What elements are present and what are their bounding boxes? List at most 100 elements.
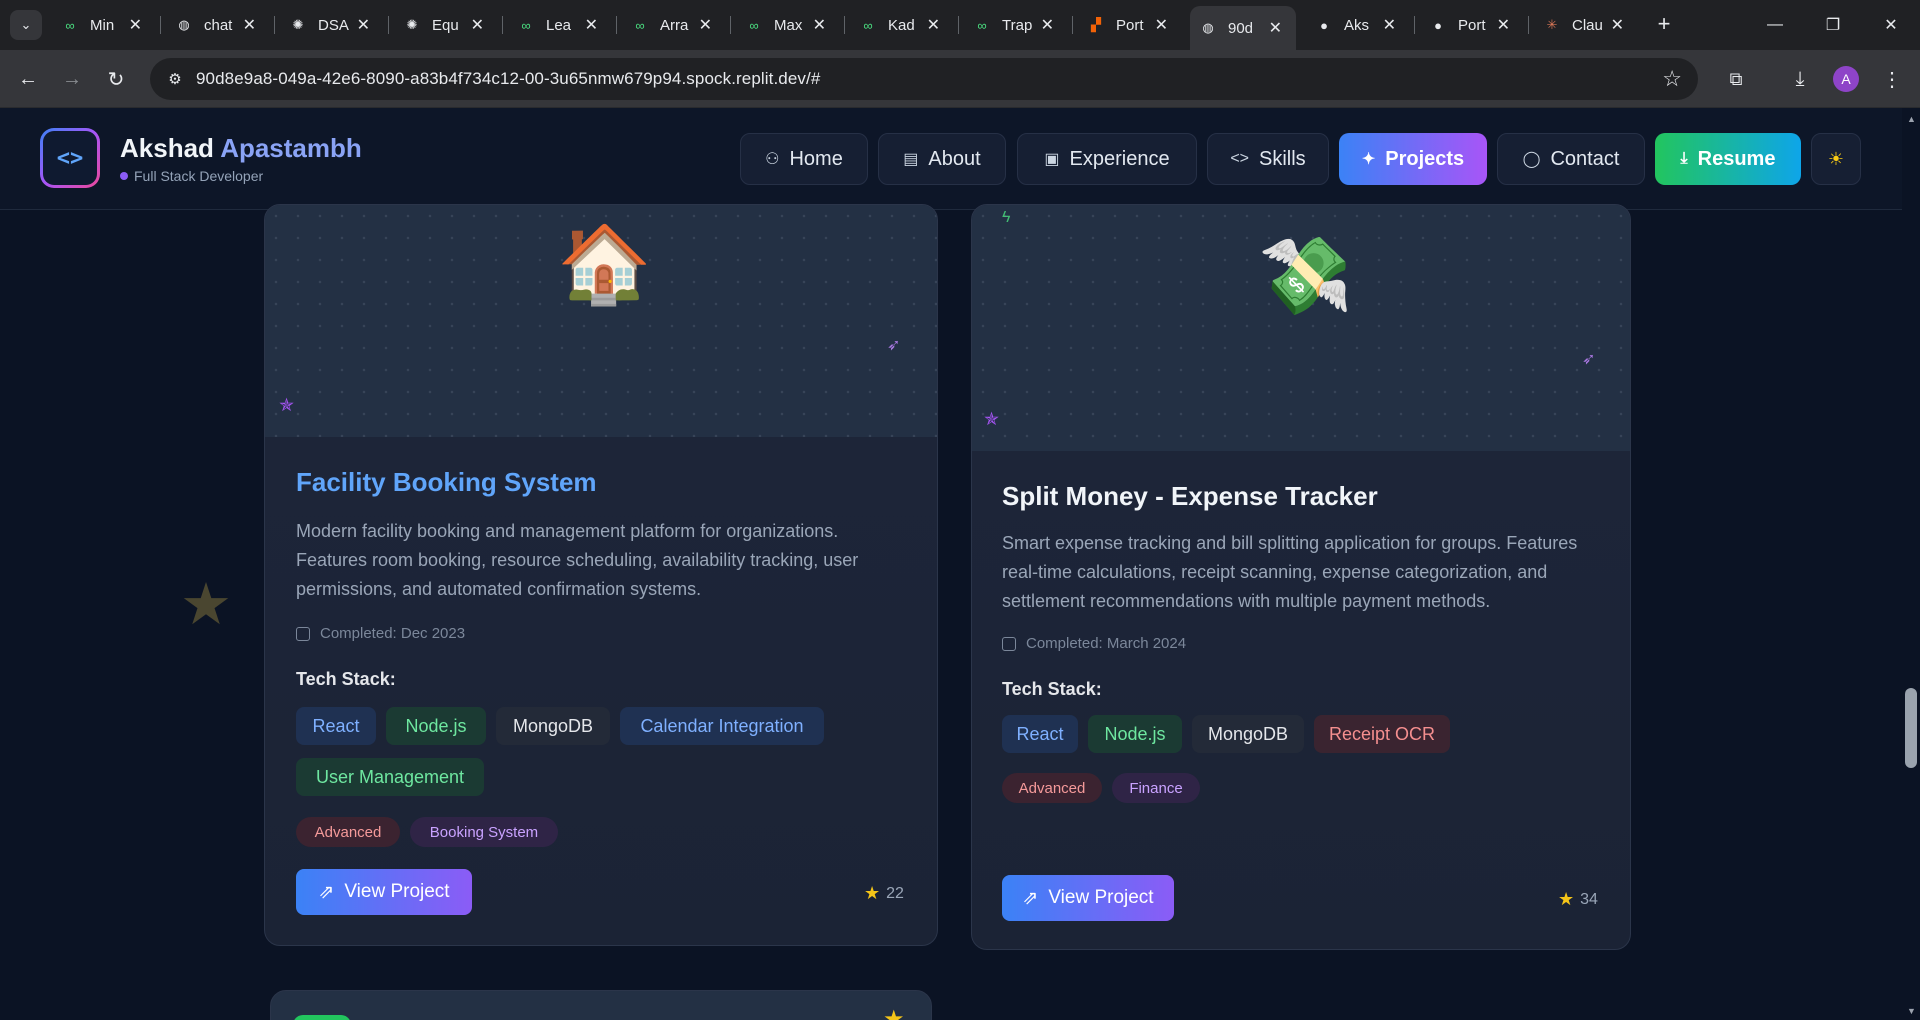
project-description: Smart expense tracking and bill splittin… (1002, 533, 1578, 611)
nav-contact-button[interactable]: ◯ Contact (1497, 133, 1645, 185)
tech-stack-label: Tech Stack: (1002, 679, 1102, 699)
browser-tab[interactable]: ◍ chat ✕ (166, 8, 270, 42)
badge (293, 1015, 351, 1020)
browser-tab[interactable]: ▞ Port ✕ (1078, 8, 1182, 42)
status-dot (120, 172, 128, 180)
close-icon[interactable]: ✕ (1611, 15, 1624, 35)
theme-toggle-button[interactable]: ☀ (1811, 133, 1861, 185)
sparkle-icon: ✯ (279, 395, 295, 415)
site-logo[interactable]: <> (40, 128, 100, 188)
close-icon[interactable]: ✕ (813, 15, 826, 35)
browser-tab[interactable]: ∞ Trap ✕ (964, 8, 1068, 42)
address-bar[interactable]: ⚙ 90d8e9a8-049a-42e6-8090-a83b4f734c12-0… (150, 58, 1698, 100)
scrollbar-thumb[interactable] (1905, 688, 1917, 768)
chat-bubble-icon: ◯ (1522, 151, 1541, 168)
browser-tab[interactable]: ∞ Lea ✕ (508, 8, 612, 42)
profile-avatar[interactable]: A (1833, 66, 1859, 92)
project-description: Modern facility booking and management p… (296, 521, 859, 599)
rocket-icon: ➶ (1582, 351, 1596, 368)
close-icon[interactable]: ✕ (1497, 15, 1510, 35)
tech-chip: MongoDB (1192, 715, 1304, 753)
browser-tab[interactable]: ∞ Max ✕ (736, 8, 840, 42)
user-icon: ⚇ (765, 151, 780, 168)
close-icon[interactable]: ✕ (1383, 15, 1396, 35)
project-title[interactable]: Split Money - Expense Tracker (1002, 481, 1378, 512)
category-tag: Booking System (410, 817, 558, 847)
extensions-icon[interactable]: ⧉ (1720, 63, 1752, 95)
nav-about-button[interactable]: ▤ About (878, 133, 1006, 185)
forward-button[interactable]: → (56, 63, 88, 95)
project-hero: 🏠 ➶ ✯ (265, 205, 937, 437)
close-icon[interactable]: ✕ (357, 15, 370, 35)
project-title[interactable]: Facility Booking System (296, 467, 597, 498)
browser-tab[interactable]: ✺ Equ ✕ (394, 8, 498, 42)
nav-skills-button[interactable]: <> Skills (1207, 133, 1329, 185)
tech-chip: Node.js (1088, 715, 1182, 753)
browser-tab[interactable]: ∞ Arra ✕ (622, 8, 726, 42)
star-icon: ★ (1558, 889, 1575, 909)
difficulty-tag: Advanced (296, 817, 400, 847)
browser-tab-active[interactable]: ◍ 90d ✕ (1190, 6, 1296, 50)
download-icon[interactable]: ⤓ (1784, 63, 1816, 95)
calendar-icon (296, 626, 310, 641)
browser-tab[interactable]: ✳ Clau ✕ (1534, 8, 1638, 42)
star-count: ★ 22 (864, 883, 904, 903)
bookmark-star-icon[interactable]: ☆ (1662, 66, 1682, 92)
close-icon[interactable]: ✕ (1155, 15, 1168, 35)
globe-icon: ◍ (1202, 20, 1214, 35)
close-icon[interactable]: ✕ (699, 15, 712, 35)
browser-tab[interactable]: ✺ DSA ✕ (280, 8, 384, 42)
view-project-button[interactable]: ⇗ View Project (296, 869, 472, 915)
replit-icon: ▞ (1091, 17, 1101, 32)
nav-projects-button[interactable]: ✦ Projects (1339, 133, 1487, 185)
view-project-button[interactable]: ⇗ View Project (1002, 875, 1174, 921)
close-icon[interactable]: ✕ (129, 15, 142, 35)
project-card[interactable]: ϟ 💸 ➶ ✯ Split Money - Expense Tracker Sm… (971, 204, 1631, 950)
scroll-down-arrow-icon[interactable]: ▼ (1907, 1006, 1916, 1016)
browser-tab[interactable]: ∞ Kad ✕ (850, 8, 954, 42)
restore-button[interactable]: ❐ (1804, 0, 1862, 50)
brand-name[interactable]: Akshad Apastambh (120, 133, 362, 164)
external-link-icon: ⇗ (1022, 887, 1039, 909)
close-icon[interactable]: ✕ (1041, 15, 1054, 35)
github-icon: ● (1320, 17, 1328, 33)
tech-chip: Receipt OCR (1314, 715, 1450, 753)
star-decoration-icon: ★ (180, 572, 232, 637)
browser-tab[interactable]: ∞ Min ✕ (52, 8, 156, 42)
leetcode-icon: ∞ (977, 17, 987, 33)
browser-tabstrip: ⌄ ∞ Min ✕ ◍ chat ✕ ✺ DSA ✕ ✺ Equ ✕ ∞ Lea… (0, 0, 1920, 50)
browser-toolbar: ← → ↻ ⚙ 90d8e9a8-049a-42e6-8090-a83b4f73… (0, 50, 1920, 108)
close-icon[interactable]: ✕ (585, 15, 598, 35)
back-button[interactable]: ← (12, 63, 44, 95)
url-text[interactable]: 90d8e9a8-049a-42e6-8090-a83b4f734c12-00-… (196, 69, 820, 89)
site-header: <> Akshad Apastambh Full Stack Developer… (0, 108, 1902, 210)
project-card[interactable]: 🏠 ➶ ✯ Facility Booking System Modern fac… (264, 204, 938, 946)
scroll-up-arrow-icon[interactable]: ▲ (1907, 114, 1916, 124)
star-icon: ★ (883, 1006, 905, 1020)
tab-search-button[interactable]: ⌄ (10, 10, 42, 40)
minimize-button[interactable]: — (1746, 0, 1804, 50)
site-info-icon[interactable]: ⚙ (164, 68, 186, 90)
rocket-icon: ➶ (887, 337, 901, 354)
new-tab-button[interactable]: + (1650, 10, 1678, 38)
project-card-partial[interactable]: ★ (270, 990, 932, 1020)
close-icon[interactable]: ✕ (243, 15, 256, 35)
close-icon[interactable]: ✕ (927, 15, 940, 35)
menu-icon[interactable]: ⋮ (1876, 63, 1908, 95)
close-icon[interactable]: ✕ (471, 15, 484, 35)
resume-download-button[interactable]: ⤓ Resume (1655, 133, 1801, 185)
browser-tab[interactable]: ● Port ✕ (1420, 8, 1524, 42)
project-completed-date: Completed: March 2024 (1002, 635, 1186, 652)
tech-chip: React (296, 707, 376, 745)
bolt-icon: ϟ (1002, 209, 1011, 226)
close-window-button[interactable]: ✕ (1862, 0, 1920, 50)
nav-home-button[interactable]: ⚇ Home (740, 133, 868, 185)
nav-experience-button[interactable]: ▣ Experience (1017, 133, 1197, 185)
page-scrollbar[interactable]: ▲ ▼ (1902, 108, 1920, 1020)
tech-chip: User Management (296, 758, 484, 796)
close-icon[interactable]: ✕ (1269, 18, 1282, 38)
project-completed-date: Completed: Dec 2023 (296, 625, 465, 642)
browser-tab[interactable]: ● Aks ✕ (1306, 8, 1410, 42)
reload-button[interactable]: ↻ (100, 63, 132, 95)
leetcode-icon: ∞ (65, 17, 75, 33)
